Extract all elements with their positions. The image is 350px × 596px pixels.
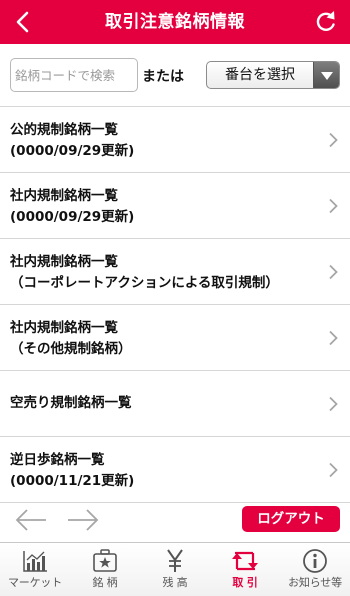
tab-label: マーケット [8,576,62,589]
tab-balance[interactable]: 残 高 [140,543,210,596]
list-item-corporate-action-regulation[interactable]: 社内規制銘柄一覧 （コーポレートアクションによる取引規制） [0,239,350,305]
app-header: 取引注意銘柄情報 [0,0,350,44]
dropdown-arrow-icon [313,62,339,88]
list-item-label: 空売り規制銘柄一覧 [10,395,132,411]
prev-page-arrow-icon[interactable] [14,507,48,533]
select-value: 番台を選択 [225,67,295,83]
next-page-arrow-icon[interactable] [66,507,100,533]
list-item-label: 社内規制銘柄一覧 (0000/09/29更新) [10,188,135,225]
tab-notices[interactable]: お知らせ等 [280,543,350,596]
list-item-label: 社内規制銘柄一覧 （その他規制銘柄） [10,320,132,357]
list-item-reverse-daily-interest[interactable]: 逆日歩銘柄一覧 (0000/11/21更新) [0,437,350,503]
or-label: または [142,69,184,85]
chevron-right-icon [329,330,338,346]
regulation-list: 公的規制銘柄一覧 (0000/09/29更新) 社内規制銘柄一覧 (0000/09/… [0,106,350,503]
tab-stocks[interactable]: 銘 柄 [70,543,140,596]
number-range-select[interactable]: 番台を選択 [206,61,340,89]
list-item-label: 逆日歩銘柄一覧 (0000/11/21更新) [10,452,135,489]
chevron-right-icon [329,132,338,148]
reload-icon[interactable] [312,8,340,36]
chevron-right-icon [329,198,338,214]
tab-label: お知らせ等 [288,576,342,589]
chevron-right-icon [329,462,338,478]
page-title: 取引注意銘柄情報 [105,12,245,32]
trade-arrows-icon [232,551,258,571]
list-item-label: 社内規制銘柄一覧 （コーポレートアクションによる取引規制） [10,254,279,291]
chart-icon [23,551,47,572]
list-item-other-regulation[interactable]: 社内規制銘柄一覧 （その他規制銘柄） [0,305,350,371]
list-item-label: 公的規制銘柄一覧 (0000/09/29更新) [10,122,135,159]
search-bar: または 番台を選択 [0,44,350,106]
list-item-internal-regulation[interactable]: 社内規制銘柄一覧 (0000/09/29更新) [0,173,350,239]
info-icon [303,549,327,573]
list-item-public-regulation[interactable]: 公的規制銘柄一覧 (0000/09/29更新) [0,107,350,173]
tab-label: 残 高 [162,576,188,589]
list-item-short-selling-regulation[interactable]: 空売り規制銘柄一覧 [0,371,350,437]
page-nav-row: ログアウト [0,503,350,537]
tab-label: 取 引 [232,576,258,589]
tab-trade[interactable]: 取 引 [210,543,280,596]
logout-button[interactable]: ログアウト [242,506,340,532]
tab-market[interactable]: マーケット [0,543,70,596]
bottom-tab-bar: マーケット 銘 柄 残 高 取 引 お知らせ等 [0,542,350,596]
tab-label: 銘 柄 [92,576,118,589]
chevron-right-icon [329,396,338,412]
yen-icon [167,549,183,572]
stock-code-search-input[interactable] [10,58,138,92]
chevron-right-icon [329,264,338,280]
briefcase-star-icon [93,549,117,572]
